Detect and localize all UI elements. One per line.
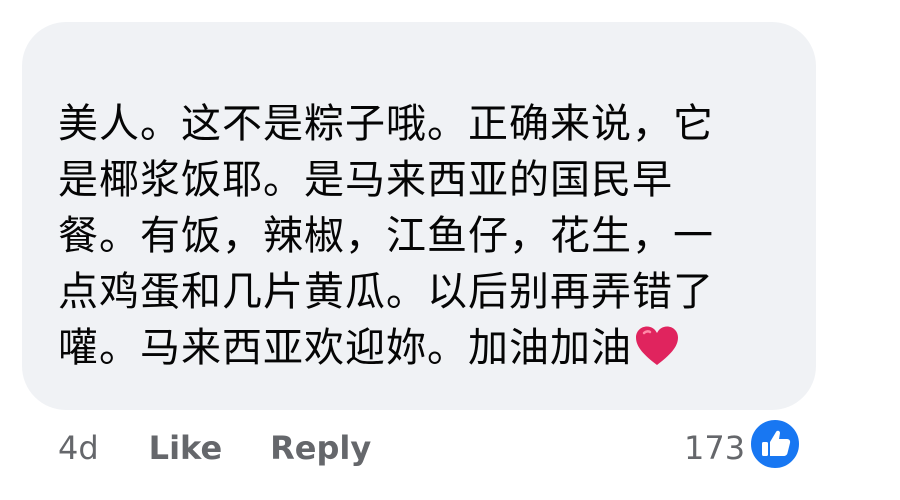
thumbs-up-icon [745, 418, 802, 478]
comment-line: 餐。有饭，辣椒，江鱼仔，花生，一 [58, 213, 714, 259]
red-heart-icon [634, 325, 680, 382]
comment-actions: 4d Like Reply [58, 426, 419, 470]
comment-line: 美人。这不是粽子哦。正确来说，它 [58, 101, 714, 147]
reaction-summary[interactable]: 173 [684, 418, 802, 478]
comment-body: 美人。这不是粽子哦。正确来说，它 是椰浆饭耶。是马来西亚的国民早 餐。有饭，辣椒… [58, 96, 798, 382]
comment-timestamp[interactable]: 4d [58, 429, 99, 467]
comment-line-text: 嚾。马来西亚欢迎妳。加油加油 [58, 325, 632, 371]
comment-line-last: 嚾。马来西亚欢迎妳。加油加油 [58, 320, 798, 382]
reaction-count: 173 [684, 429, 746, 467]
comment-container: 美人。这不是粽子哦。正确来说，它 是椰浆饭耶。是马来西亚的国民早 餐。有饭，辣椒… [0, 0, 900, 500]
comment-line: 是椰浆饭耶。是马来西亚的国民早 [58, 157, 673, 203]
reply-button[interactable]: Reply [270, 429, 371, 467]
comment-line: 点鸡蛋和几片黄瓜。以后别再弄错了 [58, 269, 714, 315]
like-button[interactable]: Like [149, 429, 222, 467]
